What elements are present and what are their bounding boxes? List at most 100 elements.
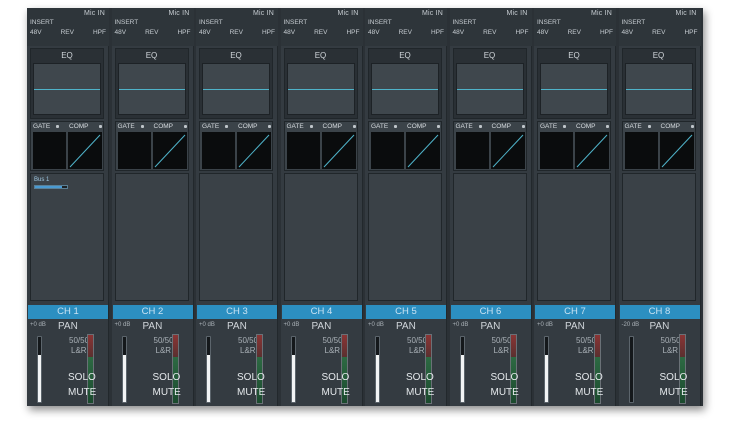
hpf-button[interactable]: HPF bbox=[431, 29, 444, 36]
volume-fader[interactable] bbox=[544, 336, 549, 403]
gate-label[interactable]: GATE bbox=[118, 123, 135, 130]
hpf-button[interactable]: HPF bbox=[684, 29, 697, 36]
eq-graph[interactable] bbox=[624, 63, 693, 115]
insert-button[interactable]: INSERT bbox=[622, 19, 646, 26]
reverse-polarity-button[interactable]: REV bbox=[568, 29, 581, 36]
bus-sends-panel[interactable]: Bus 1 bbox=[30, 173, 104, 301]
mute-button[interactable]: MUTE bbox=[406, 387, 434, 398]
reverse-polarity-button[interactable]: REV bbox=[652, 29, 665, 36]
comp-label[interactable]: COMP bbox=[407, 123, 427, 130]
mute-button[interactable]: MUTE bbox=[153, 387, 181, 398]
channel-name-button[interactable]: CH 6 bbox=[450, 305, 531, 319]
eq-graph[interactable] bbox=[117, 63, 186, 115]
mute-button[interactable]: MUTE bbox=[322, 387, 350, 398]
mute-button[interactable]: MUTE bbox=[68, 387, 96, 398]
comp-label[interactable]: COMP bbox=[69, 123, 89, 130]
phantom-power-button[interactable]: 48V bbox=[115, 29, 127, 36]
reverse-polarity-button[interactable]: REV bbox=[483, 29, 496, 36]
eq-section[interactable]: EQ bbox=[621, 48, 696, 119]
comp-label[interactable]: COMP bbox=[323, 123, 343, 130]
comp-graph[interactable] bbox=[490, 132, 525, 169]
bus-send-fader[interactable] bbox=[34, 185, 68, 189]
gate-graph[interactable] bbox=[371, 132, 404, 169]
hpf-button[interactable]: HPF bbox=[93, 29, 106, 36]
phantom-power-button[interactable]: 48V bbox=[537, 29, 549, 36]
eq-graph[interactable] bbox=[540, 63, 608, 115]
comp-graph[interactable] bbox=[321, 132, 356, 169]
hpf-button[interactable]: HPF bbox=[177, 29, 190, 36]
phantom-power-button[interactable]: 48V bbox=[453, 29, 465, 36]
comp-graph[interactable] bbox=[152, 132, 187, 169]
solo-button[interactable]: SOLO bbox=[575, 372, 603, 383]
input-source-button[interactable]: Mic IN bbox=[422, 10, 443, 17]
comp-graph[interactable] bbox=[659, 132, 694, 169]
insert-button[interactable]: INSERT bbox=[453, 19, 477, 26]
reverse-polarity-button[interactable]: REV bbox=[314, 29, 327, 36]
solo-button[interactable]: SOLO bbox=[68, 372, 96, 383]
solo-button[interactable]: SOLO bbox=[491, 372, 519, 383]
gate-graph[interactable] bbox=[286, 132, 320, 169]
volume-fader[interactable] bbox=[628, 336, 634, 403]
comp-label[interactable]: COMP bbox=[661, 123, 681, 130]
gate-graph[interactable] bbox=[117, 132, 151, 169]
input-source-button[interactable]: Mic IN bbox=[506, 10, 527, 17]
phantom-power-button[interactable]: 48V bbox=[368, 29, 380, 36]
gate-label[interactable]: GATE bbox=[540, 123, 557, 130]
hpf-button[interactable]: HPF bbox=[600, 29, 613, 36]
bus-sends-panel[interactable] bbox=[537, 173, 611, 301]
comp-graph[interactable] bbox=[68, 132, 102, 169]
volume-fader[interactable] bbox=[37, 336, 42, 403]
comp-graph[interactable] bbox=[237, 132, 271, 169]
mute-button[interactable]: MUTE bbox=[660, 387, 688, 398]
bus-sends-panel[interactable] bbox=[621, 173, 696, 301]
gate-label[interactable]: GATE bbox=[202, 123, 219, 130]
gate-label[interactable]: GATE bbox=[33, 123, 50, 130]
channel-name-button[interactable]: CH 3 bbox=[197, 305, 277, 319]
reverse-polarity-button[interactable]: REV bbox=[230, 29, 243, 36]
gate-label[interactable]: GATE bbox=[287, 123, 304, 130]
solo-button[interactable]: SOLO bbox=[660, 372, 688, 383]
insert-button[interactable]: INSERT bbox=[199, 19, 223, 26]
volume-fader[interactable] bbox=[121, 336, 127, 403]
eq-section[interactable]: EQ bbox=[114, 48, 189, 119]
channel-name-button[interactable]: CH 4 bbox=[281, 305, 362, 319]
solo-button[interactable]: SOLO bbox=[406, 372, 434, 383]
solo-button[interactable]: SOLO bbox=[322, 372, 350, 383]
channel-name-button[interactable]: CH 2 bbox=[112, 305, 193, 319]
phantom-power-button[interactable]: 48V bbox=[199, 29, 211, 36]
eq-section[interactable]: EQ bbox=[537, 48, 611, 119]
bus-sends-panel[interactable] bbox=[368, 173, 442, 301]
comp-label[interactable]: COMP bbox=[576, 123, 596, 130]
insert-button[interactable]: INSERT bbox=[115, 19, 139, 26]
input-source-button[interactable]: Mic IN bbox=[591, 10, 612, 17]
eq-graph[interactable] bbox=[371, 63, 439, 115]
insert-button[interactable]: INSERT bbox=[537, 19, 561, 26]
solo-button[interactable]: SOLO bbox=[153, 372, 181, 383]
phantom-power-button[interactable]: 48V bbox=[622, 29, 634, 36]
solo-button[interactable]: SOLO bbox=[237, 372, 265, 383]
hpf-button[interactable]: HPF bbox=[515, 29, 528, 36]
channel-name-button[interactable]: CH 1 bbox=[28, 305, 108, 319]
input-source-button[interactable]: Mic IN bbox=[337, 10, 358, 17]
channel-name-button[interactable]: CH 5 bbox=[366, 305, 446, 319]
input-source-button[interactable]: Mic IN bbox=[253, 10, 274, 17]
reverse-polarity-button[interactable]: REV bbox=[399, 29, 412, 36]
phantom-power-button[interactable]: 48V bbox=[30, 29, 42, 36]
mute-button[interactable]: MUTE bbox=[491, 387, 519, 398]
gate-graph[interactable] bbox=[540, 132, 573, 169]
mute-button[interactable]: MUTE bbox=[237, 387, 265, 398]
volume-fader[interactable] bbox=[375, 336, 380, 403]
comp-label[interactable]: COMP bbox=[154, 123, 174, 130]
gate-label[interactable]: GATE bbox=[625, 123, 642, 130]
eq-section[interactable]: EQ bbox=[368, 48, 442, 119]
channel-name-button[interactable]: CH 7 bbox=[535, 305, 615, 319]
comp-label[interactable]: COMP bbox=[492, 123, 512, 130]
channel-name-button[interactable]: CH 8 bbox=[619, 305, 700, 319]
comp-label[interactable]: COMP bbox=[238, 123, 258, 130]
bus-sends-panel[interactable] bbox=[283, 173, 358, 301]
eq-graph[interactable] bbox=[202, 63, 270, 115]
eq-graph[interactable] bbox=[286, 63, 355, 115]
eq-section[interactable]: EQ bbox=[283, 48, 358, 119]
hpf-button[interactable]: HPF bbox=[346, 29, 359, 36]
volume-fader[interactable] bbox=[206, 336, 211, 403]
